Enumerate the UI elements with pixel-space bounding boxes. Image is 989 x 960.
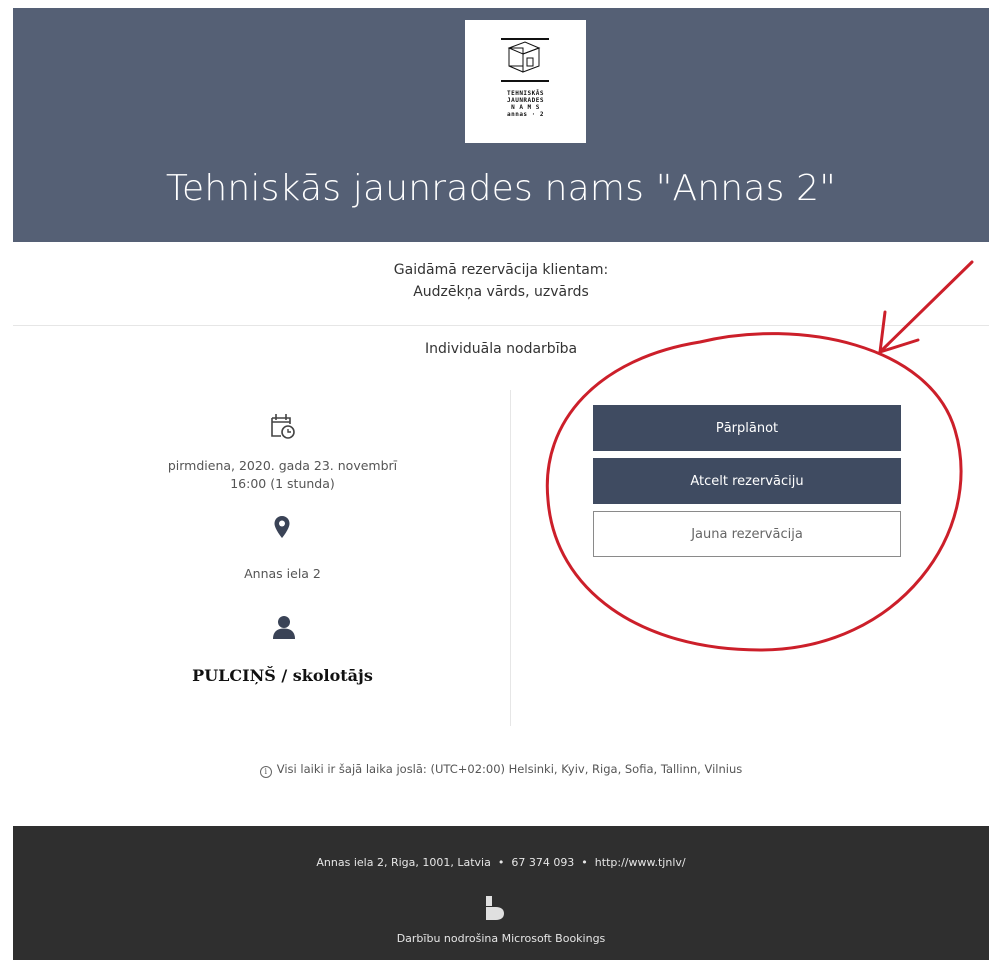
reschedule-button[interactable]: Pārplānot [593,405,901,451]
section-divider [13,325,989,326]
page-title: Tehniskās jaunrades nams "Annas 2" [165,168,837,209]
staff-name: PULCIŅŠ / skolotājs [192,666,373,685]
customer-info: Gaidāmā rezervācija klientam: Audzēkņa v… [13,259,989,303]
logo-wordmark: TEHNISKĀS JAUNRADES N A M S annas · 2 [506,90,544,118]
customer-name: Audzēkņa vārds, uzvārds [413,284,589,300]
booking-time: 16:00 (1 stunda) [230,476,335,491]
footer-phone: 67 374 093 [511,856,575,869]
organization-logo: TEHNISKĀS JAUNRADES N A M S annas · 2 [465,20,586,143]
booking-date: pirmdiena, 2020. gada 23. novembrī [167,458,398,473]
powered-by: Darbību nodrošina Microsoft Bookings [396,932,606,945]
logo-building-icon [501,38,549,82]
customer-heading: Gaidāmā rezervācija klientam: [393,262,609,278]
cancel-booking-button[interactable]: Atcelt rezervāciju [593,458,901,504]
calendar-clock-icon [271,414,295,439]
footer-website-link[interactable]: http://www.tjnlv/ [595,856,686,869]
microsoft-bookings-icon [486,896,504,920]
footer-address: Annas iela 2, Riga, 1001, Latvia [316,856,491,869]
booking-datetime: pirmdiena, 2020. gada 23. novembrī 16:00… [110,457,455,493]
timezone-text: Visi laiki ir šajā laika joslā: (UTC+02:… [276,762,743,776]
person-icon [273,616,295,639]
new-booking-button[interactable]: Jauna rezervācija [593,511,901,557]
page-header: TEHNISKĀS JAUNRADES N A M S annas · 2 Te… [13,8,989,242]
booking-location: Annas iela 2 [244,566,321,581]
timezone-note: i Visi laiki ir šajā laika joslā: (UTC+02… [13,762,989,778]
column-divider [510,390,511,726]
info-icon: i [259,766,272,778]
map-pin-icon [274,516,290,538]
footer-contact: Annas iela 2, Riga, 1001, Latvia • 67 37… [316,856,686,869]
page-footer: Annas iela 2, Riga, 1001, Latvia • 67 37… [13,826,989,960]
service-name: Individuāla nodarbība [424,341,578,357]
